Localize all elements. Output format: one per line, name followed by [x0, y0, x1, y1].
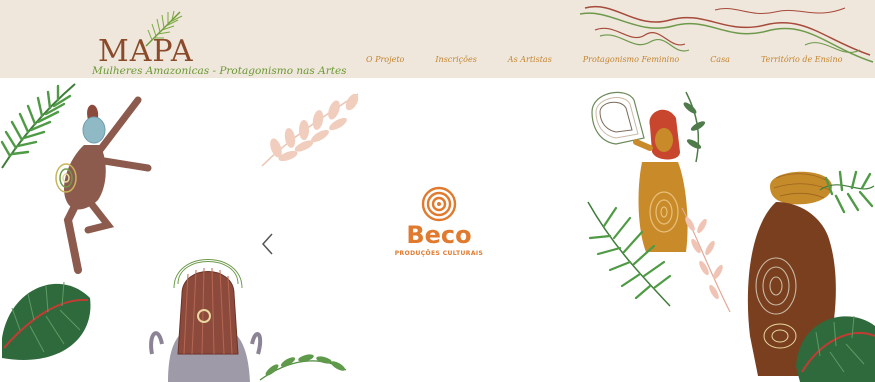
logo-title: MAPA — [98, 34, 194, 69]
logo-subtitle: Mulheres Amazonicas - Protagonismo nas A… — [92, 65, 347, 77]
brand-name: Beco — [406, 221, 472, 249]
nav-item-protagonismo-feminino[interactable]: Protagonismo Feminino — [583, 55, 679, 64]
patterned-woman-illustration — [747, 170, 875, 382]
river-map-decoration — [579, 5, 874, 63]
branch-illustration — [261, 93, 359, 167]
mapa-logo[interactable]: MAPA Mulheres Amazonicas - Protagonismo … — [92, 8, 347, 78]
nav-item-casa[interactable]: Casa — [710, 55, 730, 64]
leaf-illustration — [2, 281, 91, 360]
dancer-illustration — [55, 96, 152, 274]
hero-slideshow: Beco PRODUÇÕES CULTURAIS — [0, 78, 875, 382]
concentric-circles-icon — [421, 186, 457, 222]
small-branch-illustration — [259, 354, 347, 381]
nav-item-as-artistas[interactable]: As Artistas — [508, 55, 552, 64]
main-nav: O Projeto Inscrições As Artistas Protago… — [366, 55, 842, 64]
nav-item-o-projeto[interactable]: O Projeto — [366, 55, 404, 64]
nav-item-inscricoes[interactable]: Inscrições — [435, 55, 476, 64]
beco-brand-logo: Beco PRODUÇÕES CULTURAIS — [384, 186, 494, 257]
woman-sketch-illustration — [149, 259, 263, 382]
nav-item-territorio-de-ensino[interactable]: Território de Ensino — [761, 55, 842, 64]
brand-tagline: PRODUÇÕES CULTURAIS — [394, 250, 484, 257]
palm-frond-illustration — [587, 201, 672, 307]
site-header: MAPA Mulheres Amazonicas - Protagonismo … — [0, 0, 875, 78]
pink-branch-illustration — [681, 207, 731, 313]
